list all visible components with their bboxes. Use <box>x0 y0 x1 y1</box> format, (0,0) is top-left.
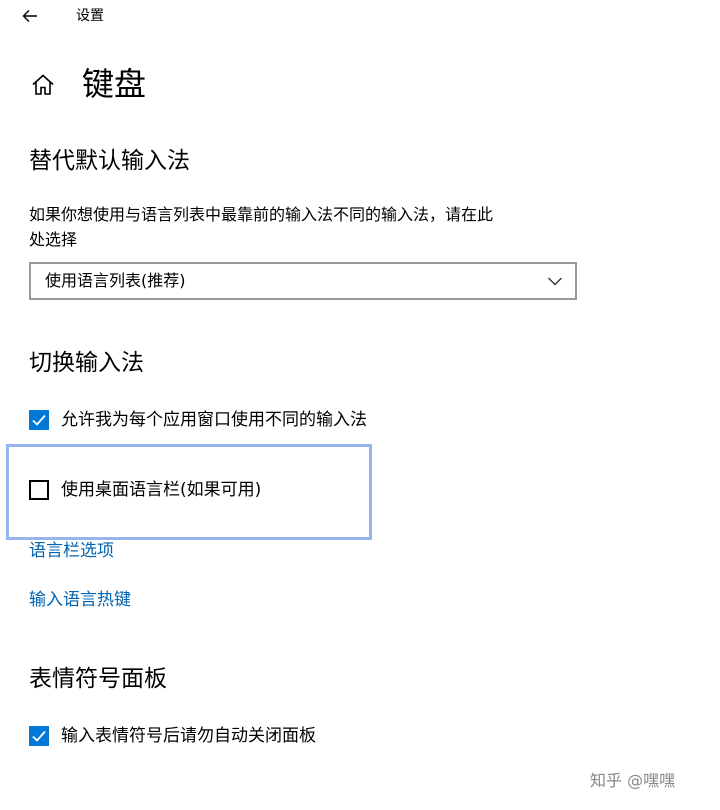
watermark: 知乎 @嘿嘿 <box>590 771 676 790</box>
section-title-switch-input: 切换输入法 <box>29 350 144 376</box>
chevron-down-icon <box>548 277 562 286</box>
description-line: 处选择 <box>29 230 78 249</box>
emoji-auto-close-label: 输入表情符号后请勿自动关闭面板 <box>61 726 316 746</box>
per-app-input-checkbox-row[interactable]: 允许我为每个应用窗口使用不同的输入法 <box>29 407 367 433</box>
input-method-dropdown[interactable]: 使用语言列表(推荐) <box>29 262 577 300</box>
override-input-description: 如果你想使用与语言列表中最靠前的输入法不同的输入法，请在此 处选择 <box>29 202 589 252</box>
section-title-emoji-panel: 表情符号面板 <box>29 666 167 692</box>
section-title-override-input: 替代默认输入法 <box>29 148 190 174</box>
home-icon[interactable] <box>30 72 56 98</box>
language-bar-options-link[interactable]: 语言栏选项 <box>29 539 114 563</box>
back-button[interactable] <box>18 4 42 28</box>
back-arrow-icon <box>22 10 37 22</box>
language-bar-checkbox-row[interactable]: 使用桌面语言栏(如果可用) <box>29 477 261 503</box>
dropdown-selected-value: 使用语言列表(推荐) <box>45 271 186 290</box>
emoji-auto-close-checkbox[interactable] <box>29 726 49 746</box>
app-title: 设置 <box>76 8 104 24</box>
emoji-auto-close-checkbox-row[interactable]: 输入表情符号后请勿自动关闭面板 <box>29 723 316 749</box>
language-bar-label: 使用桌面语言栏(如果可用) <box>61 480 262 500</box>
input-language-hotkeys-link[interactable]: 输入语言热键 <box>29 588 131 612</box>
title-bar: 设置 <box>0 0 720 34</box>
language-bar-checkbox[interactable] <box>29 480 49 500</box>
checkmark-icon <box>32 730 46 742</box>
per-app-input-label: 允许我为每个应用窗口使用不同的输入法 <box>61 410 367 430</box>
per-app-input-checkbox[interactable] <box>29 410 49 430</box>
checkmark-icon <box>32 414 46 426</box>
page-title: 键盘 <box>82 65 147 103</box>
settings-page: 设置 键盘 替代默认输入法 如果你想使用与语言列表中最靠前的输入法不同的输入法，… <box>0 0 720 810</box>
description-line: 如果你想使用与语言列表中最靠前的输入法不同的输入法，请在此 <box>29 205 494 224</box>
